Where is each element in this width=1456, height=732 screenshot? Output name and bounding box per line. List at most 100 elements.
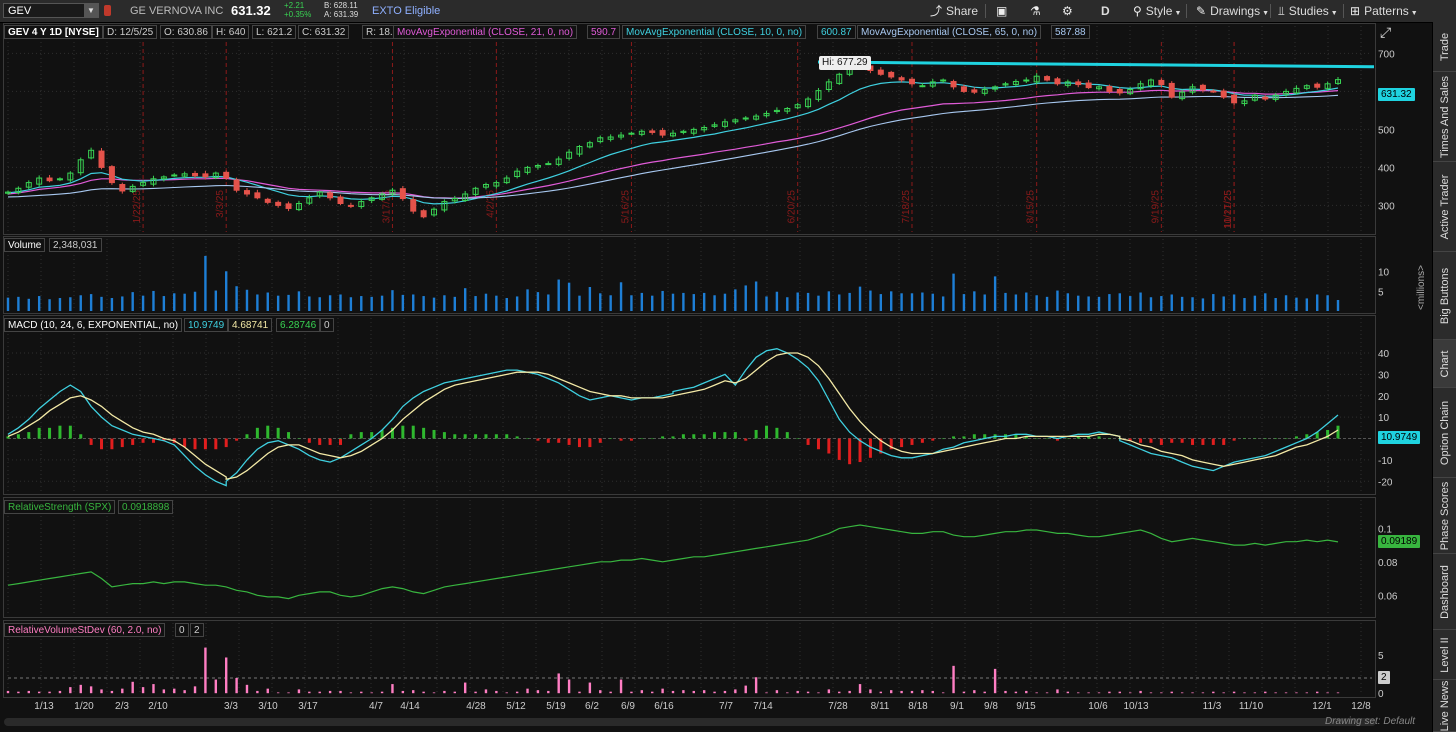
volume-bar [1118, 293, 1121, 311]
volume-bar [110, 298, 114, 311]
rvs-bar [858, 684, 862, 694]
macd-histogram-bar [484, 434, 488, 439]
macd-histogram-bar [900, 438, 904, 448]
candle-down [1044, 76, 1051, 81]
rvs-bar [443, 690, 446, 694]
macd-histogram-bar [671, 436, 675, 439]
tab-level-ii[interactable]: Level II [1433, 630, 1456, 680]
candle-down [420, 210, 427, 218]
macd-histogram-bar [235, 438, 239, 441]
volume-bar [360, 296, 363, 311]
rvs-bar [1274, 692, 1277, 694]
volume-bar [713, 295, 716, 311]
macd-histogram-bar [816, 438, 820, 450]
rvs-bar [827, 689, 831, 694]
x-tick-label: 9/1 [950, 701, 964, 712]
ema65-line [7, 94, 1339, 199]
volume-bar [225, 271, 228, 311]
rvs-tag: 2 [1378, 671, 1390, 684]
ema10-label[interactable]: MovAvgExponential (CLOSE, 10, 0, no) [622, 25, 807, 39]
price-tick-label: 500 [1378, 125, 1395, 136]
tab-times-and-sales[interactable]: Times And Sales [1433, 72, 1456, 162]
chart-canvas[interactable]: 3004005006007001/22/253/3/253/17/254/2/2… [0, 0, 1432, 714]
tab-label: Level II [1439, 636, 1451, 673]
volume-bar [1274, 298, 1277, 311]
resistance-line [817, 60, 1375, 69]
expand-icon[interactable]: ⤢ [1380, 24, 1391, 41]
volume-bar [48, 299, 51, 311]
rvs-bar [630, 691, 633, 694]
macd-histogram-bar [6, 436, 10, 439]
drawing-set-label: Drawing set: Default [1325, 716, 1416, 727]
ema21-label[interactable]: MovAvgExponential (CLOSE, 21, 0, no) [393, 25, 578, 39]
rvs-bar [1035, 692, 1038, 694]
rvs-bar [1128, 692, 1132, 694]
rvs-bar [515, 691, 519, 694]
tab-chart[interactable]: Chart [1433, 340, 1456, 388]
x-tick-label: 1/20 [74, 701, 94, 712]
rvs-bar [1316, 691, 1319, 694]
volume-unit: <millions> [1416, 264, 1427, 310]
ema65-label[interactable]: MovAvgExponential (CLOSE, 65, 0, no) [857, 25, 1042, 39]
rvs-tick-label: 0 [1378, 689, 1384, 700]
volume-bar [297, 291, 301, 311]
tab-big-buttons[interactable]: Big Buttons [1433, 252, 1456, 340]
tab-option-chain[interactable]: Option Chain [1433, 388, 1456, 478]
tab-label: Active Trader [1439, 174, 1451, 239]
macd-histogram-bar [588, 438, 592, 448]
ema21-value: 590.7 [587, 25, 621, 39]
hist-value: 6.28746 [276, 318, 321, 332]
macd-histogram-bar [339, 438, 342, 440]
macd-histogram-bar [266, 425, 270, 439]
candle-up [171, 174, 178, 177]
macd-histogram-bar [422, 427, 426, 439]
macd-tick-label: -20 [1378, 477, 1393, 488]
candle-down [888, 71, 895, 78]
macd-histogram-bar [650, 438, 654, 440]
volume-label[interactable]: Volume [4, 238, 46, 252]
rvs-bar [214, 679, 218, 694]
candle-down [960, 86, 967, 92]
rvs-bar [495, 690, 498, 694]
volume-bar [235, 286, 238, 311]
earnings-marker-label: 1/22/25 [132, 190, 143, 224]
macd-histogram-bar [567, 438, 571, 445]
volume-bar [1077, 295, 1080, 311]
rvs-bar [1336, 692, 1340, 694]
volume-bar [495, 295, 498, 311]
rvs-bar [1212, 691, 1215, 694]
macd-histogram-bar [557, 438, 561, 443]
earnings-marker-label: 8/15/25 [1026, 190, 1037, 224]
candle-down [1199, 84, 1206, 91]
tab-trade[interactable]: Trade [1433, 22, 1456, 72]
macd-value: 10.9749 [184, 318, 229, 332]
macd-label[interactable]: MACD (10, 24, 6, EXPONENTIAL, no) [4, 318, 183, 332]
tab-dashboard[interactable]: Dashboard [1433, 554, 1456, 630]
candle-down [1231, 94, 1238, 104]
tab-label: Live News [1439, 680, 1451, 731]
volume-bar [318, 297, 321, 311]
rs-label[interactable]: RelativeStrength (SPX) [4, 500, 116, 514]
ohlc-open: O: 630.86 [160, 25, 212, 39]
rvs-bar [256, 690, 259, 694]
macd-histogram-bar [1097, 436, 1101, 439]
tab-live-news[interactable]: Live News [1433, 680, 1456, 732]
scrollbar[interactable] [4, 718, 1376, 726]
rvs-bar [1087, 692, 1090, 694]
candle-down [1075, 81, 1082, 86]
ohlc-low: L: 621.2 [252, 25, 297, 39]
volume-bar [827, 291, 831, 311]
rvs-label[interactable]: RelativeVolumeStDev (60, 2.0, no) [4, 623, 166, 637]
ohlc-close: C: 631.32 [298, 25, 350, 39]
macd-histogram-bar [100, 438, 104, 450]
macd-tick-label: -10 [1378, 456, 1393, 467]
macd-histogram-bar [765, 425, 769, 439]
macd-histogram-bar [339, 438, 342, 445]
tab-phase-scores[interactable]: Phase Scores [1433, 478, 1456, 554]
rvs-bar [941, 692, 945, 694]
rvs-bar [318, 691, 321, 694]
candle-down [1085, 82, 1092, 89]
x-tick-label: 7/28 [828, 701, 848, 712]
rvs-bar [1201, 692, 1205, 694]
tab-active-trader[interactable]: Active Trader [1433, 162, 1456, 252]
